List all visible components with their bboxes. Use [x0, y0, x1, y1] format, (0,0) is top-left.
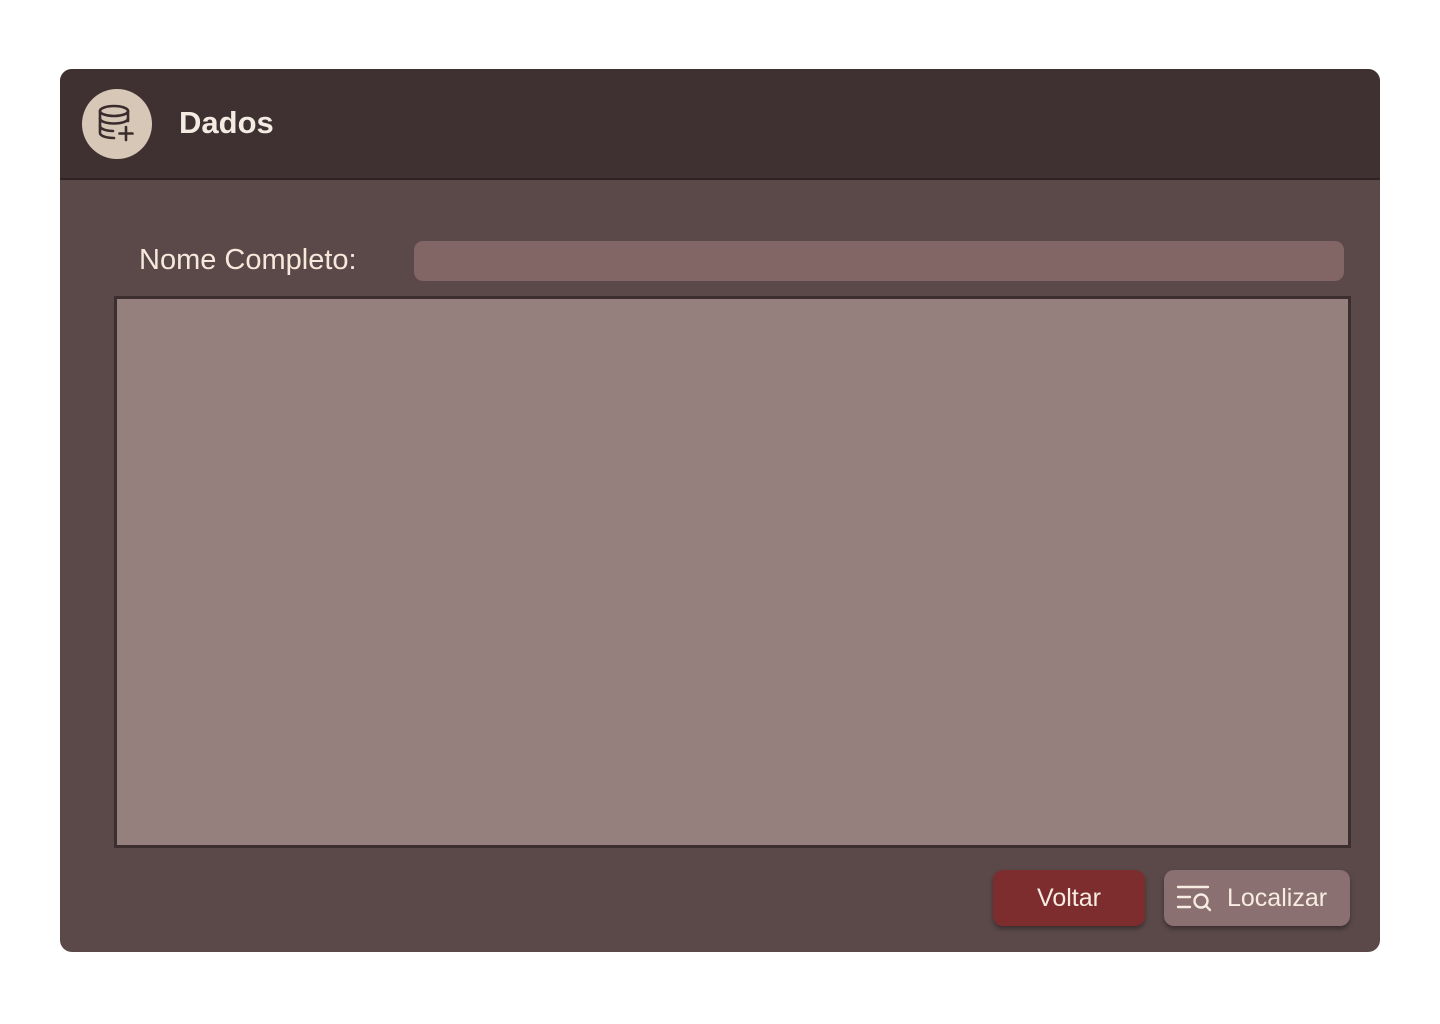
database-add-icon — [82, 89, 152, 159]
search-button[interactable]: Localizar — [1164, 870, 1350, 926]
page-title: Dados — [179, 105, 274, 140]
search-button-label: Localizar — [1227, 883, 1328, 912]
window-header: Dados — [60, 69, 1380, 180]
full-name-label: Nome Completo: — [139, 244, 357, 276]
list-search-icon — [1176, 883, 1214, 913]
data-window: Dados Nome Completo: Voltar Localizar — [60, 69, 1380, 952]
back-button-label: Voltar — [1037, 883, 1101, 912]
back-button[interactable]: Voltar — [993, 870, 1145, 926]
results-list[interactable] — [114, 296, 1351, 848]
full-name-input[interactable] — [414, 241, 1344, 281]
